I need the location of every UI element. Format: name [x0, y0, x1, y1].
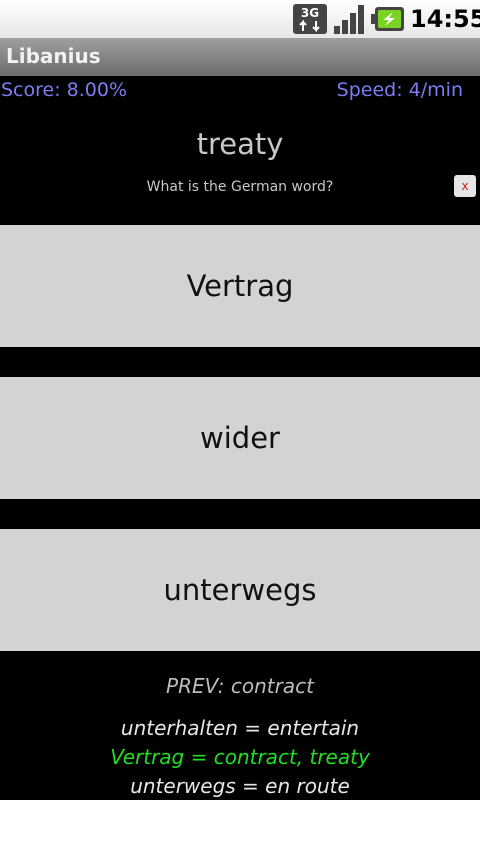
app-screen: 3G 14:55 Libanius Score: 8.00% Speed: 4/… [0, 0, 480, 854]
clock: 14:55 [410, 5, 480, 33]
answer-button-3[interactable]: unterwegs [0, 529, 480, 651]
signal-strength-icon [334, 5, 364, 34]
quiz-panel: Score: 8.00% Speed: 4/min treaty What is… [0, 76, 480, 800]
question-prompt: What is the German word? [146, 179, 334, 195]
answer-button-1[interactable]: Vertrag [0, 225, 480, 347]
app-title: Libanius [6, 44, 101, 68]
close-button[interactable]: x [454, 175, 476, 197]
question-word: treaty [196, 127, 284, 161]
history-item: unterhalten = entertain [120, 716, 360, 740]
battery-charging-icon [371, 7, 404, 31]
score-label: Score: 8.00% [1, 79, 128, 101]
status-bar: 3G 14:55 [0, 0, 480, 39]
svg-text:3G: 3G [301, 6, 319, 20]
previous-word: PREV: contract [166, 674, 314, 698]
3g-data-icon: 3G [293, 4, 327, 34]
history-item: unterwegs = en route [130, 774, 350, 798]
history-item-correct: Vertrag = contract, treaty [110, 745, 370, 769]
answer-button-2[interactable]: wider [0, 377, 480, 499]
title-bar: Libanius [0, 38, 480, 76]
speed-label: Speed: 4/min [336, 79, 463, 101]
